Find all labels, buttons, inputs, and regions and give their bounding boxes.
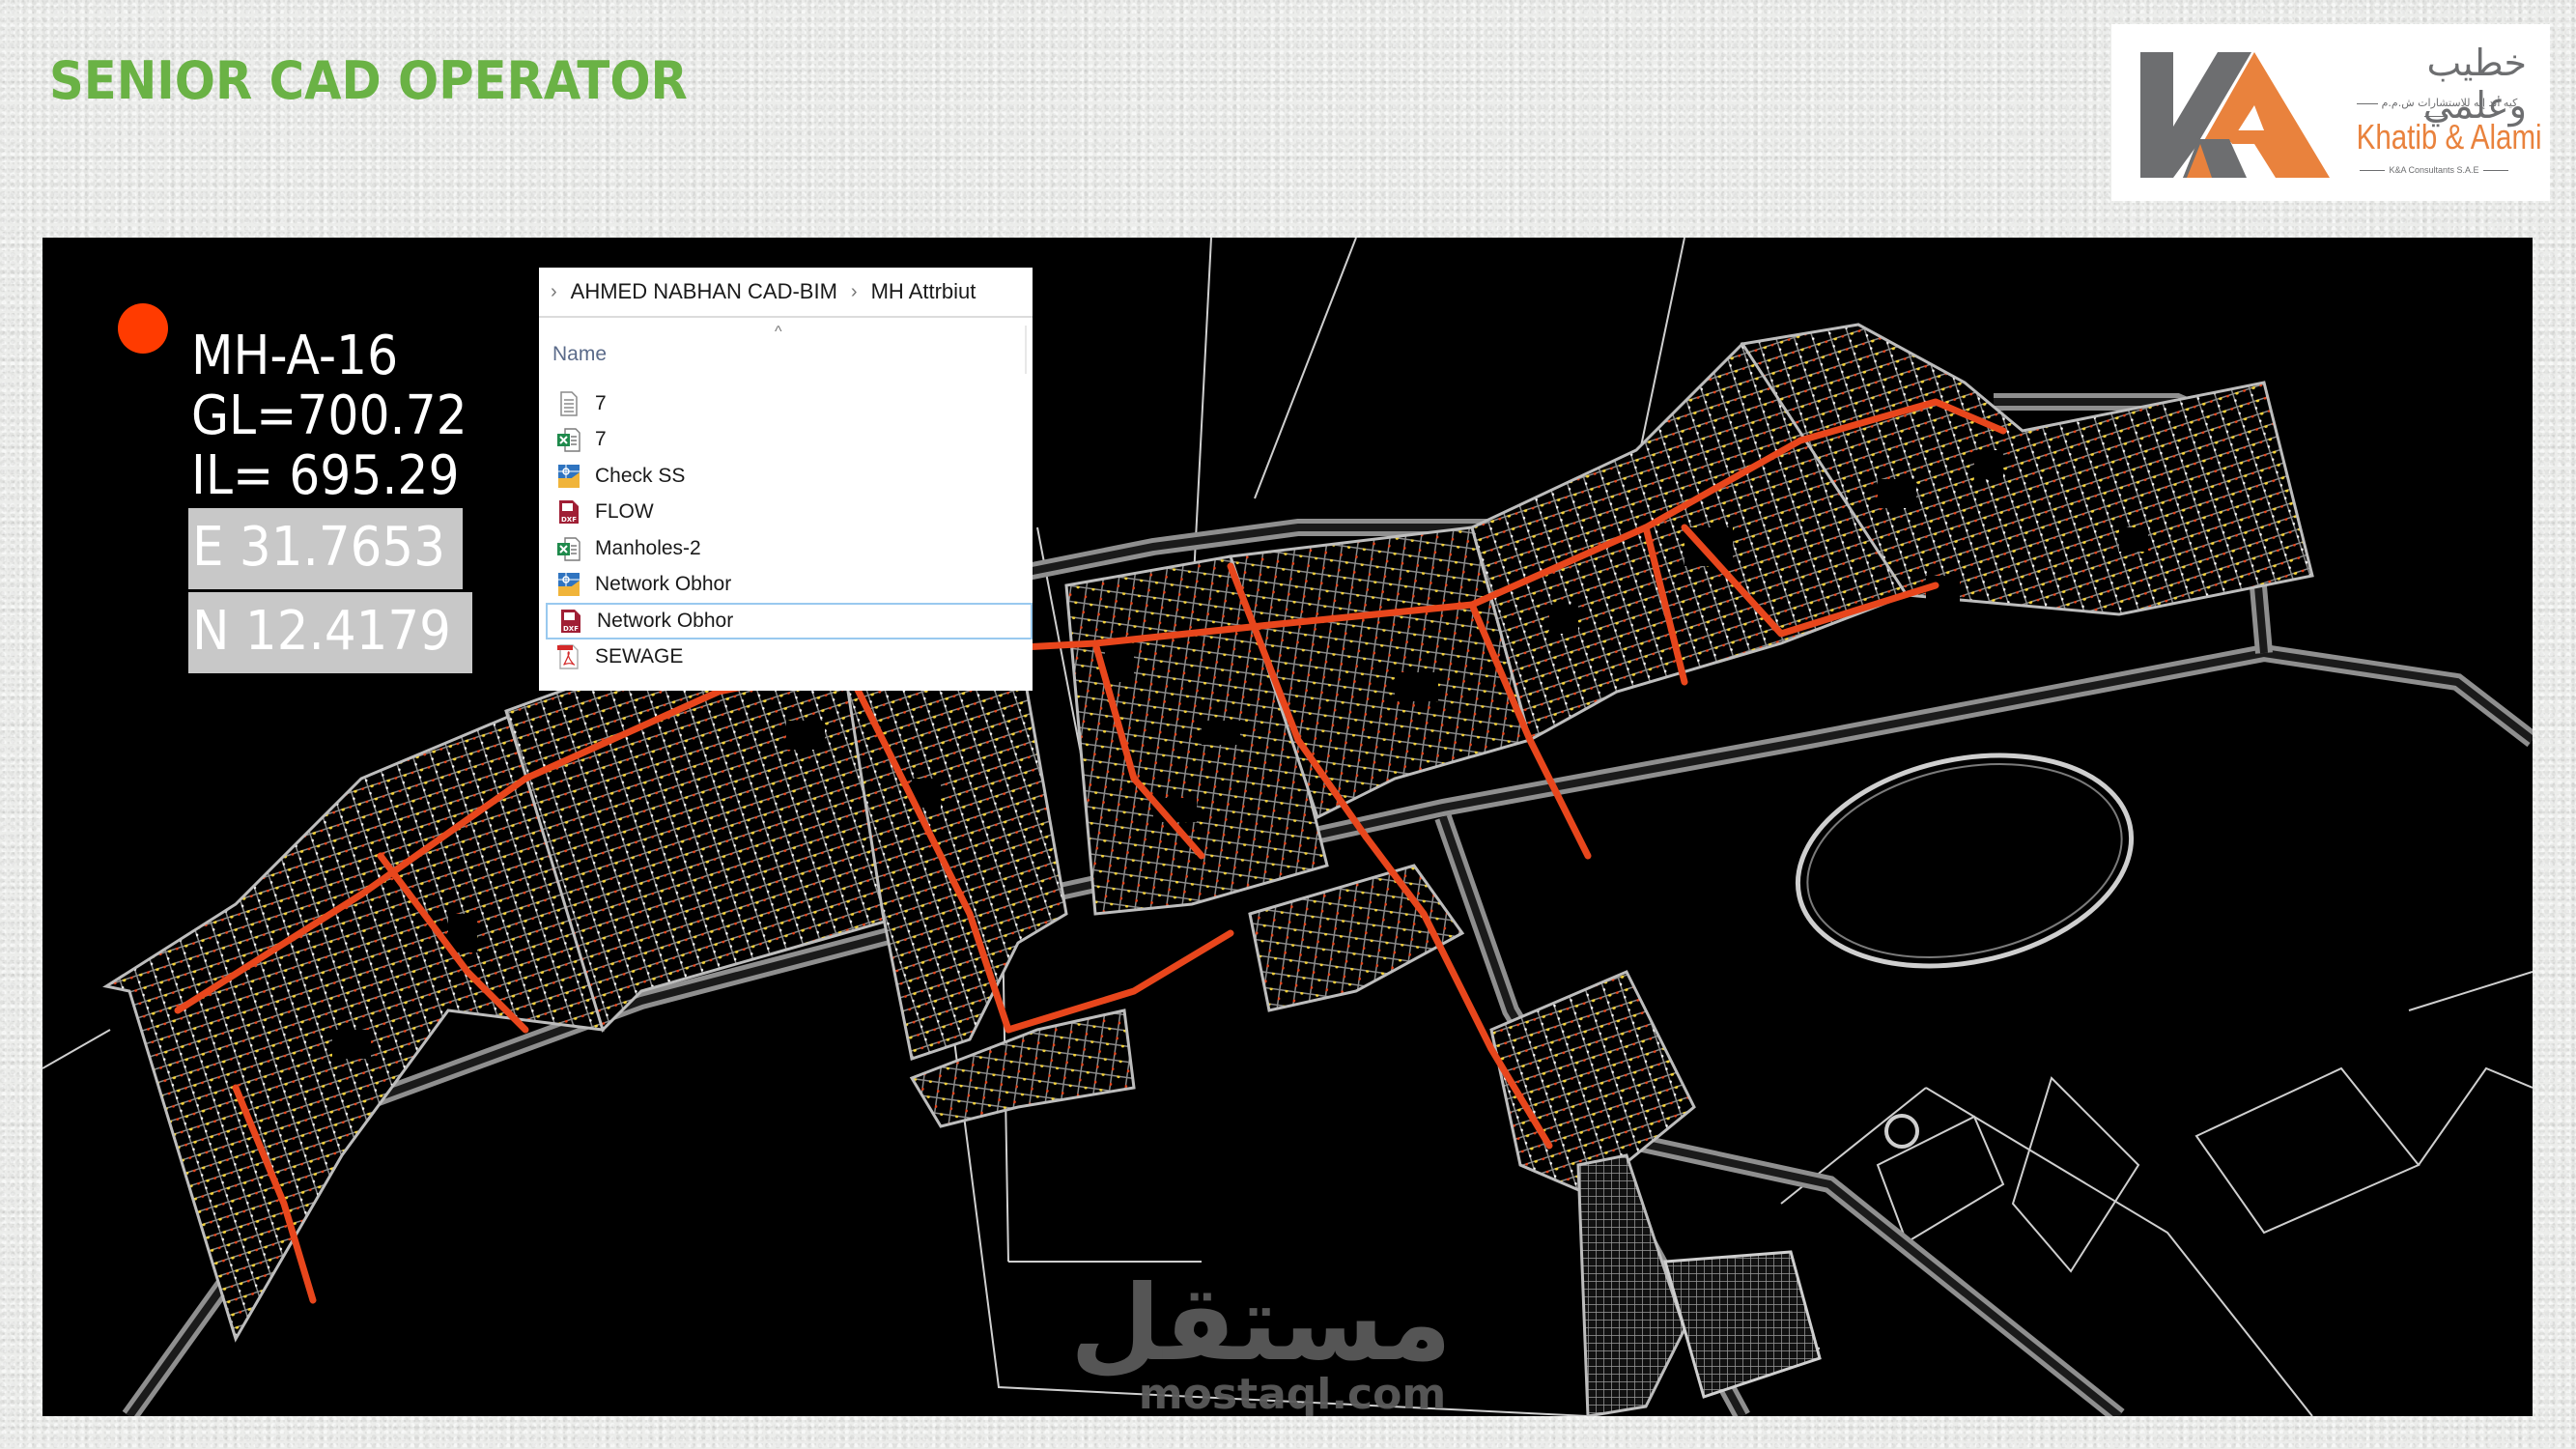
open-block bbox=[1395, 672, 1438, 701]
open-block bbox=[1202, 721, 1240, 745]
watermark: مستقل mostaql.com bbox=[1070, 1264, 1452, 1416]
file-row[interactable]: 7 bbox=[539, 385, 1033, 422]
breadcrumb-chevron-icon: › bbox=[551, 280, 557, 302]
manhole-attributes: MH-A-16 GL=700.72 IL= 695.29 bbox=[191, 327, 467, 506]
parcel-outline bbox=[1191, 238, 1212, 615]
file-name: Network Obhor bbox=[597, 609, 734, 632]
file-explorer-window: › AHMED NABHAN CAD-BIM › MH Attrbiut ^ N… bbox=[539, 268, 1033, 691]
excel-file-icon bbox=[556, 426, 581, 453]
text-file-icon bbox=[556, 390, 581, 417]
manhole-id: MH-A-16 bbox=[191, 325, 399, 387]
file-name: Network Obhor bbox=[595, 573, 732, 596]
parcel-outline bbox=[2194, 1066, 2420, 1235]
network-district bbox=[1248, 864, 1465, 1012]
manhole-ground-level: GL=700.72 bbox=[191, 384, 467, 447]
column-header-name[interactable]: Name bbox=[552, 343, 607, 366]
easting-value: E 31.7653 bbox=[192, 516, 445, 579]
logo-english-subtitle: K&A Consultants S.A.E bbox=[2339, 165, 2529, 175]
logo-arabic-subtitle-text: كيه أند إيه للاستشارات ش.م.م bbox=[2381, 97, 2518, 109]
civil3d-file-icon bbox=[556, 463, 581, 490]
file-list: 7 7 Check SS DXF FLOW Manholes-2 Network Obhor… bbox=[539, 385, 1033, 675]
svg-text:DXF: DXF bbox=[561, 516, 577, 524]
breadcrumb-item[interactable]: MH Attrbiut bbox=[871, 279, 977, 304]
file-row[interactable]: Check SS bbox=[539, 458, 1033, 495]
parcel-outline bbox=[42, 1029, 111, 1069]
file-name: SEWAGE bbox=[595, 645, 684, 668]
parcel-outline bbox=[1254, 238, 1357, 499]
file-name: 7 bbox=[595, 391, 607, 414]
file-row[interactable]: DXF FLOW bbox=[539, 495, 1033, 531]
treatment-plant bbox=[1663, 1250, 1822, 1399]
ka-logo-mark-icon bbox=[2140, 52, 2330, 178]
watermark-arabic: مستقل bbox=[1070, 1264, 1452, 1384]
open-block bbox=[1549, 605, 1578, 634]
file-name: 7 bbox=[595, 428, 607, 451]
northing-value: N 12.4179 bbox=[192, 600, 451, 663]
northing-field: N 12.4179 bbox=[188, 592, 472, 673]
slide-title: SENIOR CAD OPERATOR bbox=[49, 50, 688, 111]
manhole-marker-icon bbox=[118, 303, 168, 354]
sort-ascending-icon: ^ bbox=[775, 324, 782, 340]
network-district bbox=[1576, 1153, 1686, 1416]
logo-english-name: Khatib & Alami bbox=[2356, 117, 2542, 156]
roundabout bbox=[1884, 1114, 1919, 1149]
dxf-file-icon: DXF bbox=[556, 498, 581, 526]
file-row[interactable]: 7 bbox=[539, 422, 1033, 459]
logo-english-subtitle-text: K&A Consultants S.A.E bbox=[2389, 165, 2479, 175]
file-row[interactable]: SEWAGE bbox=[539, 639, 1033, 676]
manhole-invert-level: IL= 695.29 bbox=[191, 444, 460, 507]
file-name: Check SS bbox=[595, 464, 686, 487]
svg-text:DXF: DXF bbox=[563, 625, 579, 633]
open-block bbox=[1974, 450, 2003, 479]
open-block bbox=[1926, 576, 1960, 614]
network-district bbox=[102, 699, 605, 1343]
open-block bbox=[332, 1030, 371, 1059]
breadcrumb-chevron-icon: › bbox=[850, 280, 858, 302]
file-row[interactable]: Network Obhor bbox=[539, 567, 1033, 604]
open-block bbox=[1878, 479, 1916, 508]
watermark-domain: mostaql.com bbox=[1138, 1370, 1447, 1416]
breadcrumb: › AHMED NABHAN CAD-BIM › MH Attrbiut bbox=[539, 268, 1033, 318]
parcel-outline bbox=[1876, 1115, 2005, 1244]
open-block bbox=[786, 721, 825, 750]
parcel-outline bbox=[2408, 971, 2533, 1011]
file-row[interactable]: Manholes-2 bbox=[539, 530, 1033, 567]
parcel-outline bbox=[2418, 1066, 2533, 1166]
file-name: Manholes-2 bbox=[595, 536, 701, 559]
open-block bbox=[1105, 643, 1134, 682]
cad-viewport[interactable]: MH-A-16 GL=700.72 IL= 695.29 E 31.7653 N… bbox=[42, 238, 2533, 1416]
breadcrumb-item[interactable]: AHMED NABHAN CAD-BIM bbox=[571, 279, 837, 304]
parcel-outline bbox=[2011, 1076, 2140, 1273]
civil3d-file-icon bbox=[556, 571, 581, 598]
easting-field: E 31.7653 bbox=[188, 508, 463, 589]
file-row[interactable]: DXF Network Obhor bbox=[546, 603, 1033, 639]
company-logo: خطيب وعلمي كيه أند إيه للاستشارات ش.م.م … bbox=[2111, 24, 2550, 201]
pdf-file-icon bbox=[556, 643, 581, 670]
column-divider[interactable] bbox=[1025, 326, 1027, 374]
excel-file-icon bbox=[556, 535, 581, 562]
file-name: FLOW bbox=[595, 500, 654, 524]
open-block bbox=[2119, 527, 2148, 552]
dxf-file-icon: DXF bbox=[558, 608, 583, 635]
